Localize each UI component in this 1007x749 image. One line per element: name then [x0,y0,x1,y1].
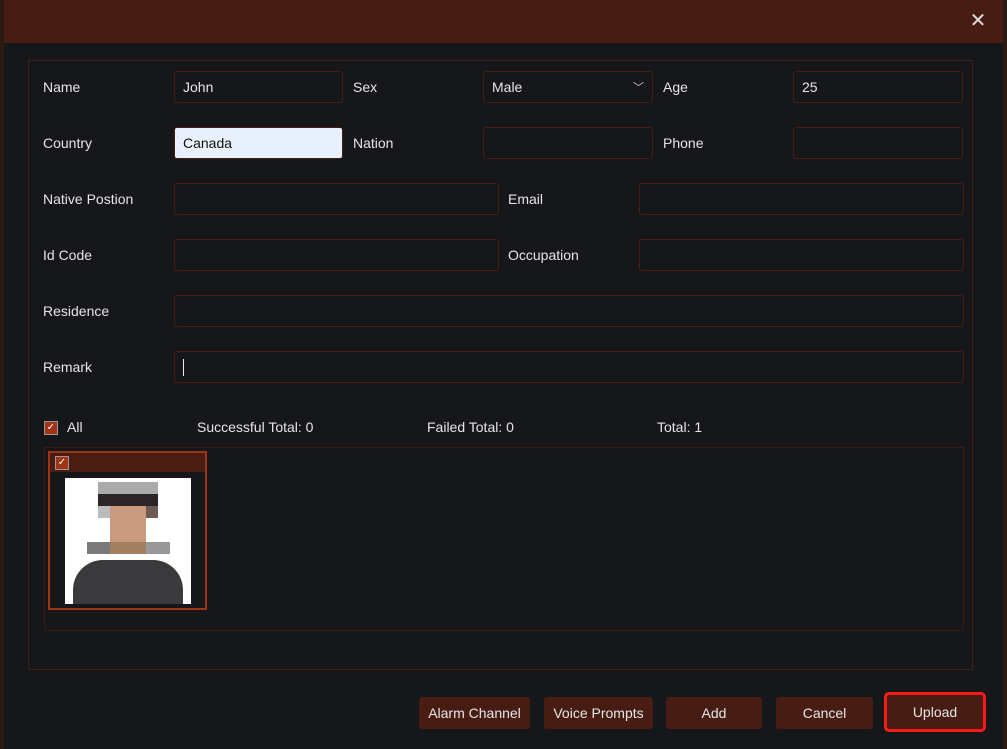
country-input[interactable] [174,127,343,159]
sex-select[interactable]: Male ﹀ [483,71,653,103]
email-input[interactable] [639,183,964,215]
id-code-input[interactable] [174,239,499,271]
residence-input[interactable] [174,295,964,327]
total-count: Total: 1 [657,419,703,435]
remark-input[interactable] [174,351,964,383]
native-position-input[interactable] [174,183,499,215]
text-cursor [183,359,184,376]
id-code-label: Id Code [43,247,93,263]
sex-value: Male [492,79,523,95]
name-input[interactable] [174,71,343,103]
cancel-button[interactable]: Cancel [776,697,873,729]
select-all-label: All [67,419,83,435]
chevron-down-icon: ﹀ [633,82,644,94]
sex-label: Sex [353,79,378,95]
residence-label: Residence [43,303,110,319]
country-label: Country [43,135,93,151]
alarm-channel-button[interactable]: Alarm Channel [419,697,530,729]
add-button[interactable]: Add [666,697,762,729]
successful-total: Successful Total: 0 [197,419,314,435]
failed-total: Failed Total: 0 [427,419,514,435]
dialog-header: ✕ [4,0,1003,43]
photo-checkbox[interactable]: ✓ [55,456,69,470]
photo-card[interactable]: ✓ [48,451,207,610]
age-input[interactable] [793,71,963,103]
occupation-input[interactable] [639,239,964,271]
phone-input[interactable] [793,127,963,159]
face-photo [65,478,191,604]
close-icon[interactable]: ✕ [969,11,987,31]
name-label: Name [43,79,81,95]
photo-list: ✓ [44,447,964,631]
select-all-checkbox[interactable]: ✓ [44,421,58,435]
age-label: Age [663,79,688,95]
nation-label: Nation [353,135,394,151]
upload-button[interactable]: Upload [884,692,986,732]
remark-label: Remark [43,359,93,375]
native-position-label: Native Postion [43,191,134,207]
phone-label: Phone [663,135,704,151]
occupation-label: Occupation [508,247,579,263]
email-label: Email [508,191,544,207]
photo-card-header: ✓ [50,453,205,472]
nation-input[interactable] [483,127,653,159]
voice-prompts-button[interactable]: Voice Prompts [544,697,653,729]
